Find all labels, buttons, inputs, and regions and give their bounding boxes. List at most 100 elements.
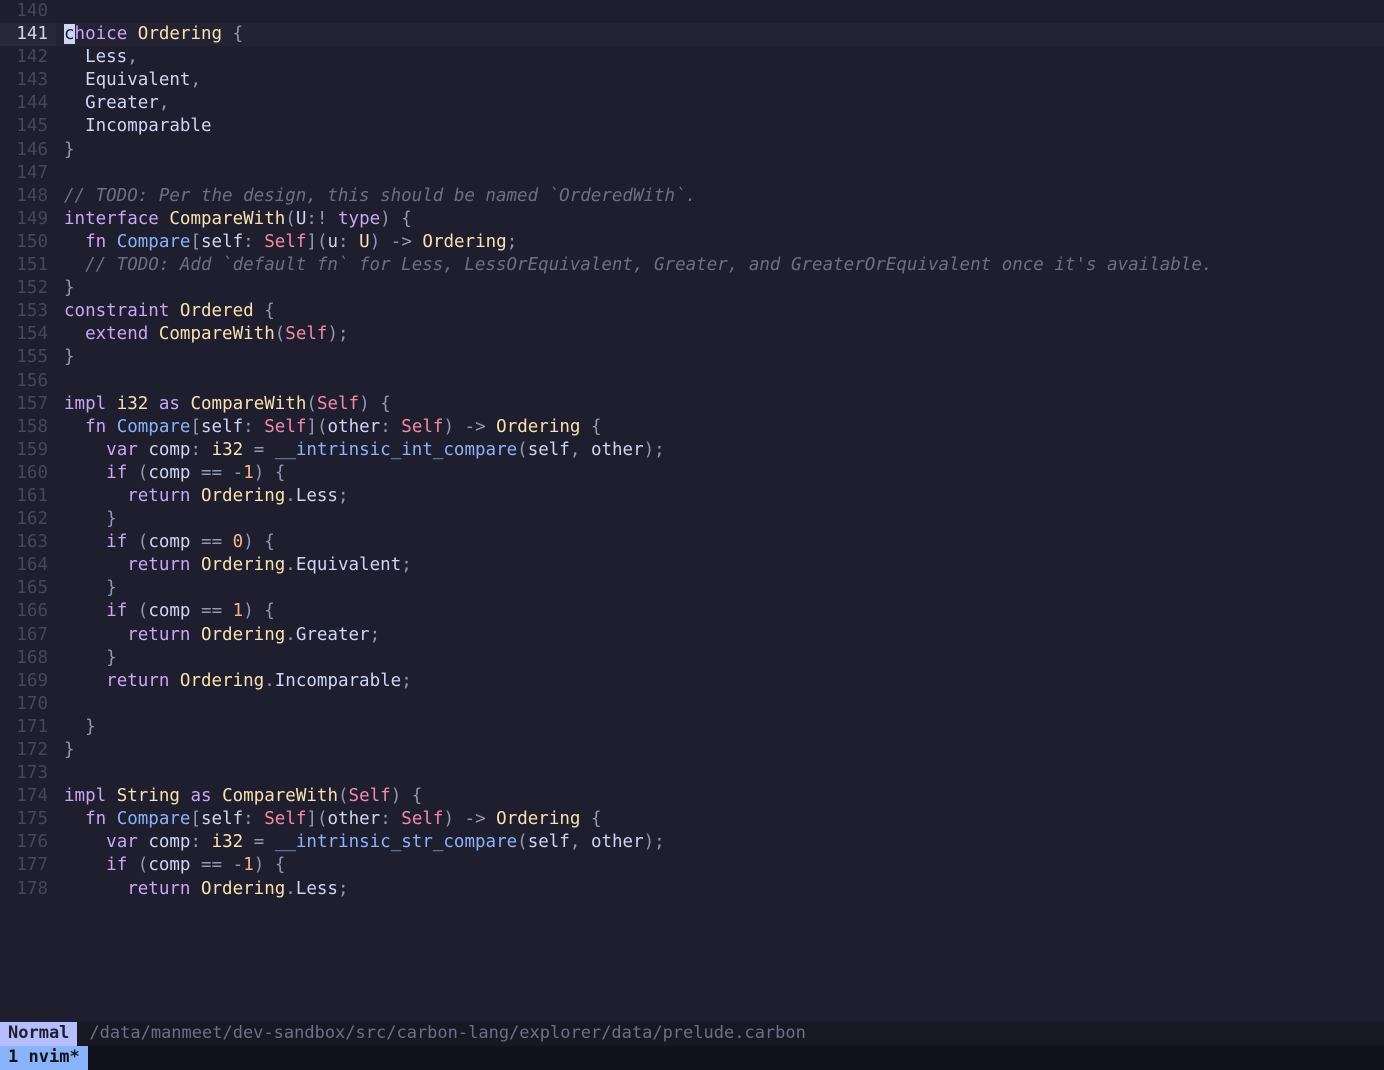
line-number: 157 bbox=[0, 393, 56, 416]
code-line[interactable]: 167 return Ordering.Greater; bbox=[0, 624, 1384, 647]
code-content[interactable]: } bbox=[56, 346, 1384, 369]
code-content[interactable]: // TODO: Per the design, this should be … bbox=[56, 185, 1384, 208]
code-content[interactable]: extend CompareWith(Self); bbox=[56, 323, 1384, 346]
code-line[interactable]: 164 return Ordering.Equivalent; bbox=[0, 554, 1384, 577]
code-line[interactable]: 178 return Ordering.Less; bbox=[0, 878, 1384, 901]
code-line[interactable]: 162 } bbox=[0, 508, 1384, 531]
code-line[interactable]: 144 Greater, bbox=[0, 92, 1384, 115]
line-number: 167 bbox=[0, 624, 56, 647]
code-content[interactable]: } bbox=[56, 577, 1384, 600]
code-line[interactable]: 142 Less, bbox=[0, 46, 1384, 69]
status-bar: Normal /data/manmeet/dev-sandbox/src/car… bbox=[0, 1022, 1384, 1046]
code-content[interactable]: if (comp == 1) { bbox=[56, 600, 1384, 623]
line-number: 175 bbox=[0, 808, 56, 831]
code-line[interactable]: 146} bbox=[0, 139, 1384, 162]
code-line[interactable]: 173 bbox=[0, 762, 1384, 785]
code-content[interactable]: } bbox=[56, 139, 1384, 162]
code-line[interactable]: 160 if (comp == -1) { bbox=[0, 462, 1384, 485]
code-content[interactable]: return Ordering.Greater; bbox=[56, 624, 1384, 647]
code-content[interactable]: } bbox=[56, 739, 1384, 762]
code-content[interactable]: } bbox=[56, 277, 1384, 300]
code-line[interactable]: 159 var comp: i32 = __intrinsic_int_comp… bbox=[0, 439, 1384, 462]
code-content[interactable]: fn Compare[self: Self](other: Self) -> O… bbox=[56, 808, 1384, 831]
line-number: 140 bbox=[0, 0, 56, 23]
code-content[interactable]: Incomparable bbox=[56, 115, 1384, 138]
line-number: 177 bbox=[0, 854, 56, 877]
code-line[interactable]: 168 } bbox=[0, 647, 1384, 670]
code-line[interactable]: 169 return Ordering.Incomparable; bbox=[0, 670, 1384, 693]
code-line[interactable]: 158 fn Compare[self: Self](other: Self) … bbox=[0, 416, 1384, 439]
code-content[interactable]: var comp: i32 = __intrinsic_str_compare(… bbox=[56, 831, 1384, 854]
line-number: 151 bbox=[0, 254, 56, 277]
code-line[interactable]: 143 Equivalent, bbox=[0, 69, 1384, 92]
line-number: 178 bbox=[0, 878, 56, 901]
code-content[interactable]: // TODO: Add `default fn` for Less, Less… bbox=[56, 254, 1384, 277]
code-content[interactable] bbox=[56, 693, 1384, 716]
code-line[interactable]: 145 Incomparable bbox=[0, 115, 1384, 138]
code-line[interactable]: 150 fn Compare[self: Self](u: U) -> Orde… bbox=[0, 231, 1384, 254]
code-line[interactable]: 177 if (comp == -1) { bbox=[0, 854, 1384, 877]
tmux-window-name: nvim* bbox=[29, 1046, 80, 1069]
code-content[interactable]: Less, bbox=[56, 46, 1384, 69]
code-content[interactable]: fn Compare[self: Self](other: Self) -> O… bbox=[56, 416, 1384, 439]
code-line[interactable]: 175 fn Compare[self: Self](other: Self) … bbox=[0, 808, 1384, 831]
code-content[interactable]: interface CompareWith(U:! type) { bbox=[56, 208, 1384, 231]
code-content[interactable]: return Ordering.Less; bbox=[56, 878, 1384, 901]
line-number: 155 bbox=[0, 346, 56, 369]
code-content[interactable]: return Ordering.Equivalent; bbox=[56, 554, 1384, 577]
line-number: 160 bbox=[0, 462, 56, 485]
file-path: /data/manmeet/dev-sandbox/src/carbon-lan… bbox=[89, 1022, 805, 1045]
line-number: 148 bbox=[0, 185, 56, 208]
line-number: 143 bbox=[0, 69, 56, 92]
code-line[interactable]: 174impl String as CompareWith(Self) { bbox=[0, 785, 1384, 808]
code-content[interactable]: var comp: i32 = __intrinsic_int_compare(… bbox=[56, 439, 1384, 462]
code-line[interactable]: 147 bbox=[0, 162, 1384, 185]
code-line[interactable]: 161 return Ordering.Less; bbox=[0, 485, 1384, 508]
code-content[interactable]: fn Compare[self: Self](u: U) -> Ordering… bbox=[56, 231, 1384, 254]
code-line[interactable]: 165 } bbox=[0, 577, 1384, 600]
code-line[interactable]: 172} bbox=[0, 739, 1384, 762]
code-content[interactable]: constraint Ordered { bbox=[56, 300, 1384, 323]
code-content[interactable]: impl String as CompareWith(Self) { bbox=[56, 785, 1384, 808]
code-content[interactable]: } bbox=[56, 716, 1384, 739]
code-content[interactable]: } bbox=[56, 647, 1384, 670]
code-line[interactable]: 140 bbox=[0, 0, 1384, 23]
tmux-window-tab[interactable]: 1 nvim* bbox=[0, 1046, 88, 1070]
code-line[interactable]: 176 var comp: i32 = __intrinsic_str_comp… bbox=[0, 831, 1384, 854]
code-line[interactable]: 148// TODO: Per the design, this should … bbox=[0, 185, 1384, 208]
code-content[interactable]: return Ordering.Incomparable; bbox=[56, 670, 1384, 693]
code-content[interactable] bbox=[56, 0, 1384, 23]
code-editor[interactable]: 140141choice Ordering {142 Less,143 Equi… bbox=[0, 0, 1384, 1022]
code-content[interactable] bbox=[56, 162, 1384, 185]
code-content[interactable]: return Ordering.Less; bbox=[56, 485, 1384, 508]
code-content[interactable]: Equivalent, bbox=[56, 69, 1384, 92]
code-line[interactable]: 154 extend CompareWith(Self); bbox=[0, 323, 1384, 346]
tmux-status-bar[interactable]: 1 nvim* bbox=[0, 1046, 1384, 1070]
code-line[interactable]: 141choice Ordering { bbox=[0, 23, 1384, 46]
line-number: 145 bbox=[0, 115, 56, 138]
code-line[interactable]: 157impl i32 as CompareWith(Self) { bbox=[0, 393, 1384, 416]
code-content[interactable]: } bbox=[56, 508, 1384, 531]
code-content[interactable]: impl i32 as CompareWith(Self) { bbox=[56, 393, 1384, 416]
code-line[interactable]: 152} bbox=[0, 277, 1384, 300]
code-line[interactable]: 163 if (comp == 0) { bbox=[0, 531, 1384, 554]
code-content[interactable] bbox=[56, 370, 1384, 393]
code-line[interactable]: 171 } bbox=[0, 716, 1384, 739]
line-number: 164 bbox=[0, 554, 56, 577]
code-line[interactable]: 170 bbox=[0, 693, 1384, 716]
code-content[interactable] bbox=[56, 762, 1384, 785]
code-line[interactable]: 153constraint Ordered { bbox=[0, 300, 1384, 323]
code-line[interactable]: 166 if (comp == 1) { bbox=[0, 600, 1384, 623]
line-number: 172 bbox=[0, 739, 56, 762]
code-line[interactable]: 151 // TODO: Add `default fn` for Less, … bbox=[0, 254, 1384, 277]
line-number: 173 bbox=[0, 762, 56, 785]
code-content[interactable]: if (comp == -1) { bbox=[56, 462, 1384, 485]
code-content[interactable]: if (comp == -1) { bbox=[56, 854, 1384, 877]
code-line[interactable]: 155} bbox=[0, 346, 1384, 369]
code-content[interactable]: choice Ordering { bbox=[56, 23, 1384, 46]
code-content[interactable]: Greater, bbox=[56, 92, 1384, 115]
code-line[interactable]: 156 bbox=[0, 370, 1384, 393]
code-content[interactable]: if (comp == 0) { bbox=[56, 531, 1384, 554]
mode-indicator: Normal bbox=[0, 1022, 77, 1046]
code-line[interactable]: 149interface CompareWith(U:! type) { bbox=[0, 208, 1384, 231]
